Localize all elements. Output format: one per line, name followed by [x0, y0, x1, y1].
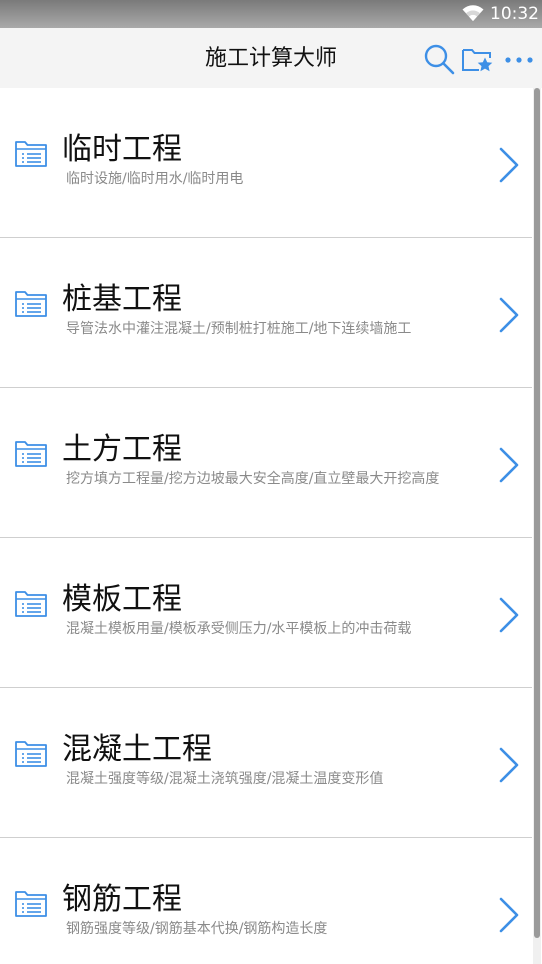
chevron-right-icon — [499, 147, 519, 183]
chevron-right-icon — [499, 297, 519, 333]
chevron-right-icon — [499, 747, 519, 783]
app-screen: 10:32 施工计算大师 临时工程临时设施/临时用水/临时用电桩基工程导管法水中… — [0, 0, 542, 964]
list-item-subtitle: 临时设施/临时用水/临时用电 — [66, 171, 244, 187]
list-item-title: 模板工程 — [62, 582, 182, 617]
app-bar: 施工计算大师 — [0, 28, 542, 88]
list-item[interactable]: 模板工程混凝土模板用量/模板承受侧压力/水平模板上的冲击荷载 — [0, 538, 532, 688]
search-icon[interactable] — [422, 42, 456, 76]
list-item-title: 桩基工程 — [62, 282, 182, 317]
chevron-right-icon — [499, 447, 519, 483]
list-item-subtitle: 混凝土强度等级/混凝土浇筑强度/混凝土温度变形值 — [66, 771, 384, 787]
scrollbar-thumb[interactable] — [534, 88, 540, 938]
folder-icon — [15, 891, 47, 917]
folder-icon — [15, 141, 47, 167]
chevron-right-icon — [499, 597, 519, 633]
list-item[interactable]: 桩基工程导管法水中灌注混凝土/预制桩打桩施工/地下连续墙施工 — [0, 238, 532, 388]
folder-icon — [15, 741, 47, 767]
status-time: 10:32 — [490, 4, 539, 24]
folder-icon — [15, 591, 47, 617]
scrollbar[interactable] — [533, 88, 541, 964]
category-list: 临时工程临时设施/临时用水/临时用电桩基工程导管法水中灌注混凝土/预制桩打桩施工… — [0, 88, 542, 964]
more-options-icon[interactable] — [502, 42, 536, 76]
list-item[interactable]: 临时工程临时设施/临时用水/临时用电 — [0, 88, 532, 238]
wifi-icon — [462, 5, 484, 21]
list-item-subtitle: 挖方填方工程量/挖方边坡最大安全高度/直立壁最大开挖高度 — [66, 471, 440, 487]
folder-icon — [15, 441, 47, 467]
list-item-title: 临时工程 — [62, 132, 182, 167]
list-item-subtitle: 混凝土模板用量/模板承受侧压力/水平模板上的冲击荷载 — [66, 621, 412, 637]
favorite-folder-icon[interactable] — [460, 42, 494, 76]
list-item-subtitle: 钢筋强度等级/钢筋基本代换/钢筋构造长度 — [66, 921, 328, 937]
list-item[interactable]: 钢筋工程钢筋强度等级/钢筋基本代换/钢筋构造长度 — [0, 838, 532, 964]
list-item-title: 土方工程 — [62, 432, 182, 467]
chevron-right-icon — [499, 897, 519, 933]
folder-icon — [15, 291, 47, 317]
list-item-title: 钢筋工程 — [62, 882, 182, 917]
list-item-title: 混凝土工程 — [62, 732, 212, 767]
list-item-subtitle: 导管法水中灌注混凝土/预制桩打桩施工/地下连续墙施工 — [66, 321, 412, 337]
list-item[interactable]: 土方工程挖方填方工程量/挖方边坡最大安全高度/直立壁最大开挖高度 — [0, 388, 532, 538]
list-item[interactable]: 混凝土工程混凝土强度等级/混凝土浇筑强度/混凝土温度变形值 — [0, 688, 532, 838]
status-bar: 10:32 — [0, 0, 542, 28]
